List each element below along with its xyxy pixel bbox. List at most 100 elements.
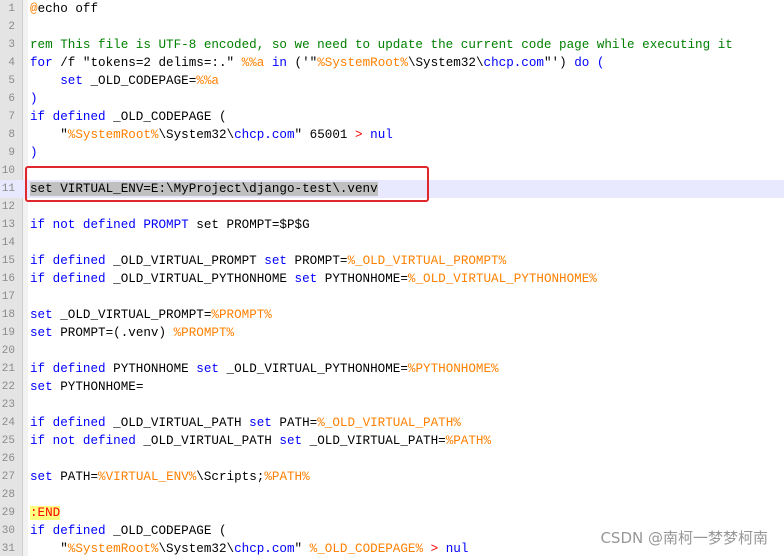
- code-token: :END: [30, 506, 61, 520]
- code-token: if defined: [30, 272, 106, 286]
- code-text: ): [30, 90, 38, 108]
- line-number: 5: [8, 75, 15, 87]
- code-text: if defined _OLD_VIRTUAL_PROMPT set PROMP…: [30, 252, 506, 270]
- code-line[interactable]: 5 set _OLD_CODEPAGE=%%a: [0, 72, 784, 90]
- code-token: \System32\: [158, 128, 235, 142]
- code-token: _OLD_VIRTUAL_PYTHONHOME: [105, 272, 295, 286]
- line-number: 1: [8, 3, 15, 15]
- code-line[interactable]: 23: [0, 396, 784, 414]
- code-line[interactable]: 3 rem This file is UTF-8 encoded, so we n…: [0, 36, 784, 54]
- code-token: %VIRTUAL_ENV%: [98, 470, 197, 484]
- code-token: %%a: [196, 74, 219, 88]
- code-line[interactable]: 16 if defined _OLD_VIRTUAL_PYTHONHOME set…: [0, 270, 784, 288]
- code-token: %_OLD_CODEPAGE%: [309, 542, 424, 556]
- code-token: %PATH%: [264, 470, 310, 484]
- code-token: set: [196, 362, 219, 376]
- code-token: do: [574, 56, 590, 70]
- code-line[interactable]: 2: [0, 18, 784, 36]
- code-line[interactable]: 6): [0, 90, 784, 108]
- code-token: if not defined: [30, 434, 136, 448]
- code-editor[interactable]: 1 @echo off 2 3 rem This file is UTF-8 encod…: [0, 0, 784, 556]
- code-token: PROMPT=(.venv): [52, 326, 174, 340]
- code-token: nul: [445, 542, 469, 556]
- code-line[interactable]: 1 @echo off: [0, 0, 784, 18]
- line-number: 28: [1, 489, 15, 501]
- code-token: rem This file is UTF-8 encoded, so we ne…: [30, 38, 733, 52]
- code-line[interactable]: 14: [0, 234, 784, 252]
- watermark: CSDN @南柯一梦梦柯南: [600, 529, 768, 547]
- code-token: _OLD_VIRTUAL_PATH: [135, 434, 280, 448]
- line-number: 30: [1, 525, 15, 537]
- code-line[interactable]: 21 if defined PYTHONHOME set _OLD_VIRTUAL…: [0, 360, 784, 378]
- code-text: if defined _OLD_CODEPAGE (: [30, 108, 227, 126]
- code-line[interactable]: 24 if defined _OLD_VIRTUAL_PATH set PATH=…: [0, 414, 784, 432]
- code-token: nul: [370, 128, 393, 142]
- code-token: _OLD_VIRTUAL_PROMPT=: [52, 308, 212, 322]
- line-number: 25: [1, 435, 15, 447]
- code-token: _OLD_VIRTUAL_PYTHONHOME=: [218, 362, 408, 376]
- code-line[interactable]: 29:END: [0, 504, 784, 522]
- code-token: PYTHONHOME: [105, 362, 197, 376]
- code-token: set: [279, 434, 303, 448]
- code-token: "'): [543, 56, 575, 70]
- code-line[interactable]: 4 for /f "tokens=2 delims=:." %%a in ('"%…: [0, 54, 784, 72]
- code-token: set PROMPT=$P$G: [188, 218, 310, 232]
- line-number: 26: [1, 453, 15, 465]
- code-line[interactable]: 13 if not defined PROMPT set PROMPT=$P$G: [0, 216, 784, 234]
- line-number: 15: [1, 255, 15, 267]
- code-line[interactable]: 22 set PYTHONHOME=: [0, 378, 784, 396]
- code-token: %SystemRoot%: [67, 542, 159, 556]
- line-number: 17: [1, 291, 15, 303]
- code-token: set: [294, 272, 318, 286]
- code-line[interactable]: 25 if not defined _OLD_VIRTUAL_PATH set _…: [0, 432, 784, 450]
- code-token: ": [294, 542, 310, 556]
- code-line[interactable]: 17: [0, 288, 784, 306]
- line-number: 18: [1, 309, 15, 321]
- line-number: 2: [8, 21, 15, 33]
- code-text: if defined PYTHONHOME set _OLD_VIRTUAL_P…: [30, 360, 499, 378]
- code-token: _OLD_CODEPAGE (: [105, 524, 227, 538]
- code-token: in: [271, 56, 287, 70]
- code-token: ": [30, 542, 68, 556]
- code-token: %PATH%: [445, 434, 492, 448]
- code-line[interactable]: 8 "%SystemRoot%\System32\chcp.com" 65001…: [0, 126, 784, 144]
- code-token: if not defined: [30, 218, 136, 232]
- code-line[interactable]: 9): [0, 144, 784, 162]
- code-line[interactable]: 18 set _OLD_VIRTUAL_PROMPT=%PROMPT%: [0, 306, 784, 324]
- code-token: PYTHONHOME=: [52, 380, 144, 394]
- code-text: set PATH=%VIRTUAL_ENV%\Scripts;%PATH%: [30, 468, 310, 486]
- code-line[interactable]: 20: [0, 342, 784, 360]
- code-token: ('": [287, 56, 318, 70]
- code-line[interactable]: 28: [0, 486, 784, 504]
- code-text: if not defined PROMPT set PROMPT=$P$G: [30, 216, 310, 234]
- code-token: if defined: [30, 362, 106, 376]
- code-token: PYTHONHOME=: [317, 272, 408, 286]
- code-line[interactable]: 7 if defined _OLD_CODEPAGE (: [0, 108, 784, 126]
- line-number: 22: [1, 381, 15, 393]
- code-line[interactable]: 27 set PATH=%VIRTUAL_ENV%\Scripts;%PATH%: [0, 468, 784, 486]
- code-token: PATH=: [271, 416, 318, 430]
- code-token: _OLD_VIRTUAL_PROMPT: [105, 254, 265, 268]
- code-text: set PYTHONHOME=: [30, 378, 143, 396]
- code-token: set: [249, 416, 272, 430]
- code-token: PROMPT: [143, 218, 189, 232]
- code-token: PATH=: [52, 470, 99, 484]
- code-text: set _OLD_CODEPAGE=%%a: [30, 72, 219, 90]
- code-token: %SystemRoot%: [67, 128, 159, 142]
- code-token: ": [30, 128, 68, 142]
- code-token: PROMPT=: [286, 254, 348, 268]
- code-line[interactable]: 26: [0, 450, 784, 468]
- code-token: \Scripts;: [196, 470, 265, 484]
- code-token: set: [264, 254, 287, 268]
- line-number: 19: [1, 327, 15, 339]
- code-line[interactable]: 19 set PROMPT=(.venv) %PROMPT%: [0, 324, 784, 342]
- line-number: 11: [1, 183, 15, 195]
- code-text: ): [30, 144, 38, 162]
- code-text: set _OLD_VIRTUAL_PROMPT=%PROMPT%: [30, 306, 272, 324]
- code-line[interactable]: 15 if defined _OLD_VIRTUAL_PROMPT set PRO…: [0, 252, 784, 270]
- line-number: 7: [8, 111, 15, 123]
- code-token: set: [30, 380, 53, 394]
- code-token: %_OLD_VIRTUAL_PROMPT%: [347, 254, 507, 268]
